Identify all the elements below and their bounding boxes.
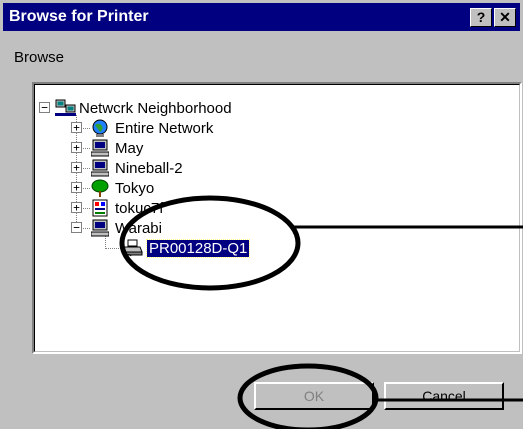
tree-item-tokyo[interactable]: Tokyo [91,178,154,198]
tree-item-label: Entire Network [115,119,214,137]
ok-button[interactable]: OK [254,382,374,410]
network-tree-view[interactable]: − Netwcrk Neighborhood + Entire Network [32,82,522,354]
network-neighborhood-icon [55,99,76,117]
title-bar[interactable]: Browse for Printer ? ✕ [3,3,520,31]
globe-network-icon [91,119,109,137]
close-button[interactable]: ✕ [494,8,516,27]
tree-item-label: Nineball-2 [115,159,183,177]
tree-item-may[interactable]: May [90,138,144,158]
computer-icon [90,139,110,157]
cancel-button[interactable]: Cancel [384,382,504,410]
collapse-expander[interactable]: − [71,222,82,233]
printer-icon [122,239,143,257]
tree-item-label: Netwcrk Neighborhood [79,99,232,117]
tree-icon [91,179,109,197]
expand-expander[interactable]: + [71,182,82,193]
workgroup-icon [91,199,109,217]
expand-expander[interactable]: + [71,202,82,213]
tree-item-nineball-2[interactable]: Nineball-2 [90,158,183,178]
expand-expander[interactable]: + [71,142,82,153]
tree-item-label-selected: PR00128D-Q1 [145,238,251,258]
window-title: Browse for Printer [9,8,149,25]
tree-item-tokuc7f[interactable]: tokuc7f [91,198,163,218]
tree-item-label: Warabi [115,219,162,237]
tree-item-label: Tokyo [115,179,155,197]
browse-label: Browse [14,49,65,66]
computer-icon [90,219,110,237]
tree-connector-line [105,248,123,249]
expand-expander[interactable]: + [71,122,82,133]
collapse-expander[interactable]: − [39,102,50,113]
computer-icon [90,159,110,177]
tree-item-network-neighborhood[interactable]: Netwcrk Neighborhood [55,98,232,118]
expand-expander[interactable]: + [71,162,82,173]
tree-item-label: May [115,139,144,157]
browse-for-printer-dialog: Browse for Printer ? ✕ Browse − Netwcrk … [0,0,523,429]
tree-content: − Netwcrk Neighborhood + Entire Network [34,84,520,352]
tree-item-entire-network[interactable]: Entire Network [91,118,213,138]
tree-item-printer-pr00128d-q1[interactable]: PR00128D-Q1 [122,238,251,258]
tree-item-warabi[interactable]: Warabi [90,218,162,238]
help-button[interactable]: ? [470,8,492,27]
tree-item-label: tokuc7f [115,199,164,217]
